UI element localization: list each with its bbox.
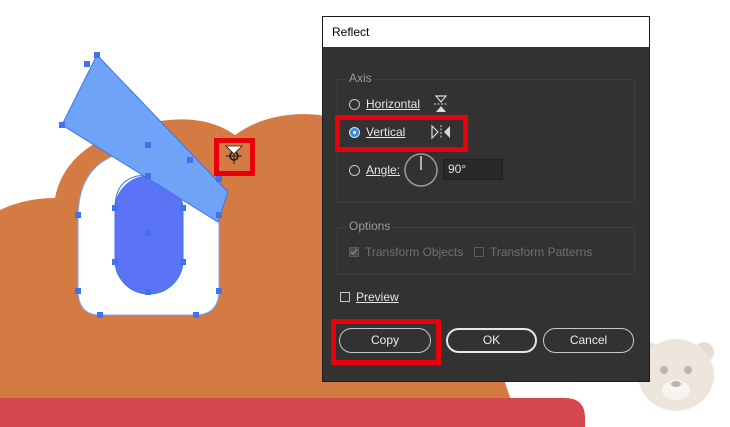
copy-highlight-box (331, 319, 441, 365)
transform-patterns-label: Transform Patterns (490, 245, 593, 259)
origin-highlight-box (214, 138, 255, 176)
horizontal-radio[interactable] (349, 99, 360, 110)
transform-objects-label: Transform Objects (365, 245, 464, 259)
axis-group-title: Axis (347, 71, 374, 85)
preview-checkbox[interactable] (340, 292, 350, 302)
ok-button[interactable]: OK (446, 328, 537, 353)
angle-dial-icon[interactable] (403, 152, 439, 188)
horizontal-label[interactable]: Horizontal (366, 97, 420, 111)
cancel-button[interactable]: Cancel (543, 328, 634, 353)
transform-objects-checkbox[interactable] (349, 247, 359, 257)
dialog-title: Reflect (323, 17, 649, 47)
angle-label[interactable]: Angle: (366, 163, 400, 177)
transform-patterns-checkbox[interactable] (474, 247, 484, 257)
vertical-highlight-box (335, 115, 468, 152)
angle-radio[interactable] (349, 165, 360, 176)
red-strip-shape (0, 398, 585, 427)
options-group-title: Options (347, 219, 393, 233)
angle-input[interactable]: 90° (443, 159, 503, 180)
reflect-horizontal-icon (434, 95, 448, 112)
preview-label[interactable]: Preview (356, 290, 399, 304)
reflect-dialog: Reflect Axis Horizontal Vertical Angle: … (322, 16, 650, 382)
